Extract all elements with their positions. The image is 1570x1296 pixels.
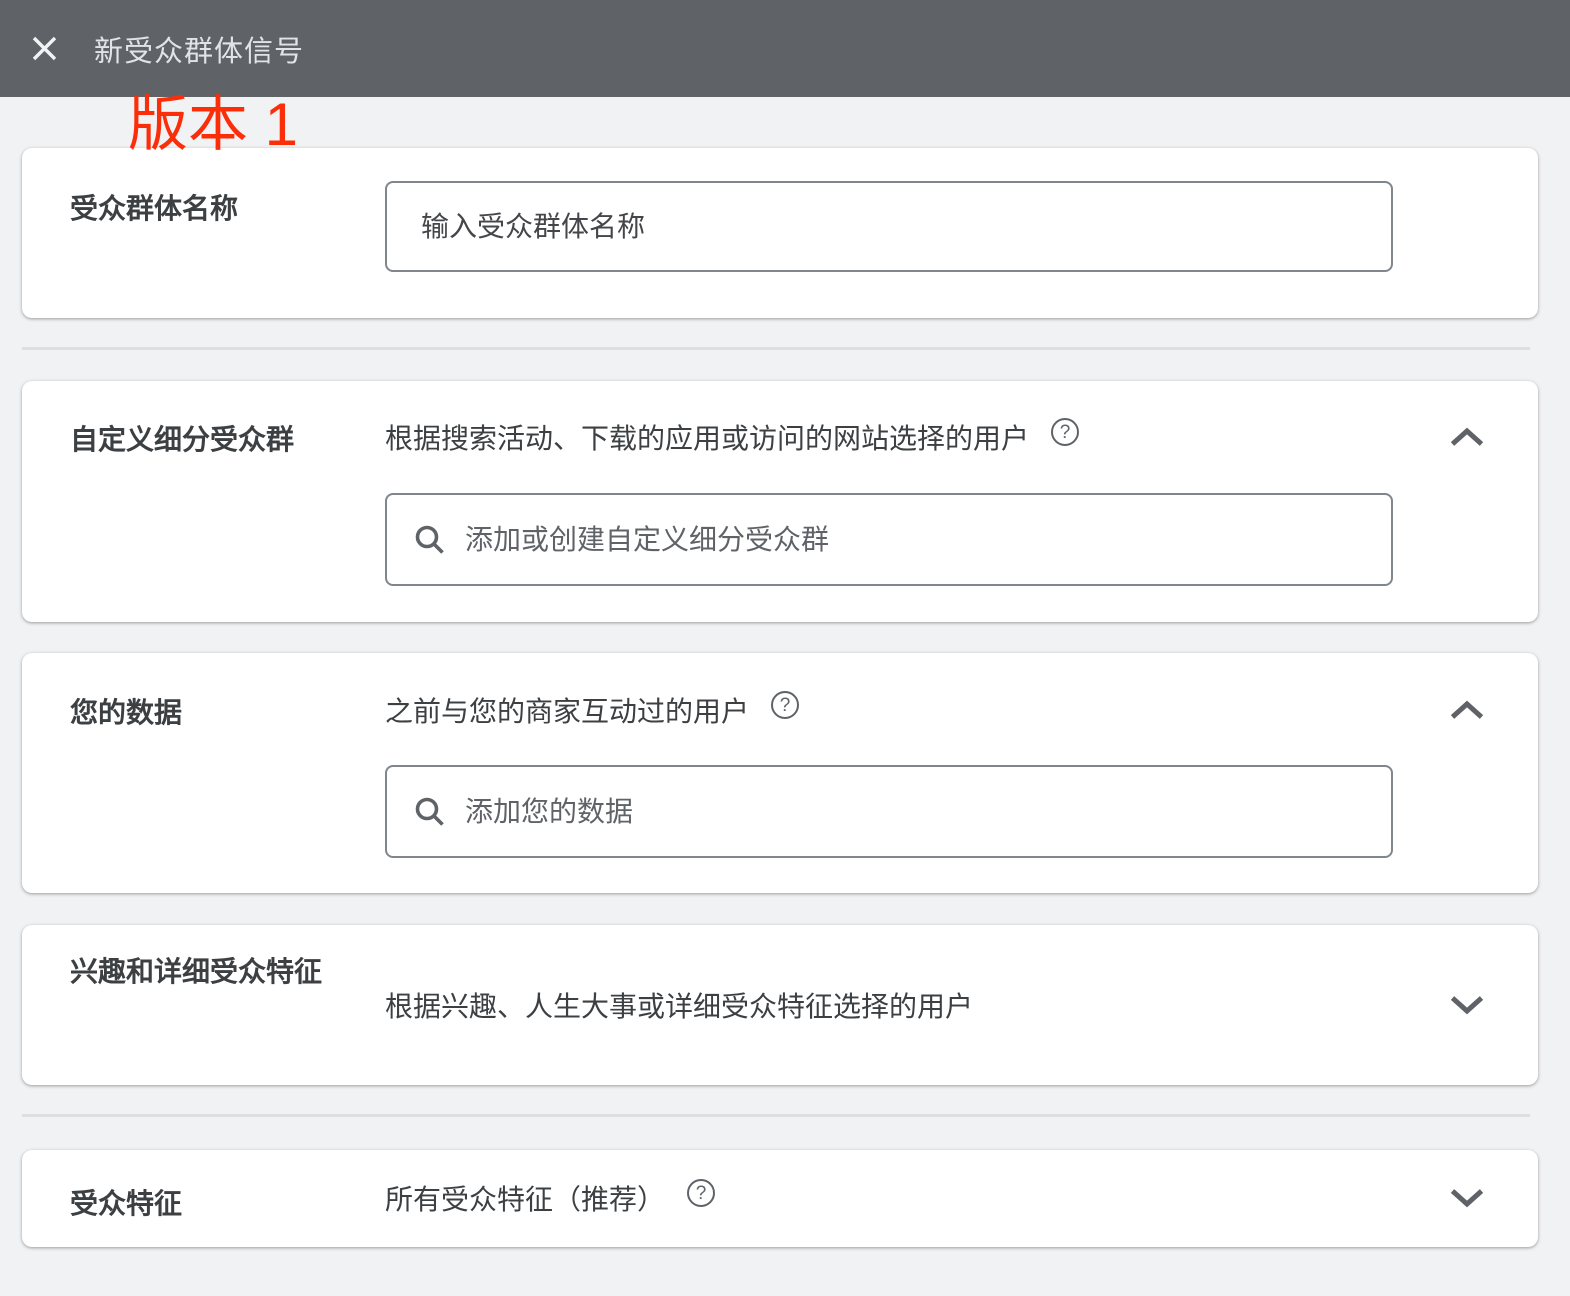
chevron-down-icon [1448, 994, 1486, 1016]
help-icon[interactable]: ? [1051, 418, 1080, 446]
interests-card: 兴趣和详细受众特征 根据兴趣、人生大事或详细受众特征选择的用户 [22, 925, 1538, 1085]
your-data-card: 您的数据 之前与您的商家互动过的用户 ? [22, 653, 1538, 893]
search-icon [413, 795, 447, 829]
interests-description: 根据兴趣、人生大事或详细受众特征选择的用户 [385, 991, 974, 1022]
close-icon [29, 33, 60, 64]
interests-label: 兴趣和详细受众特征 [70, 956, 323, 987]
search-icon [413, 523, 447, 557]
custom-segments-search-input[interactable] [465, 523, 1365, 556]
your-data-search-box[interactable] [385, 765, 1393, 858]
your-data-search-input[interactable] [465, 795, 1365, 828]
custom-segments-collapse-button[interactable] [1437, 413, 1497, 461]
demographics-card: 受众特征 所有受众特征（推荐） ? [22, 1150, 1538, 1247]
new-audience-signal-panel: 新受众群体信号 版本 1 受众群体名称 自定义细分受众群 根据搜索活动、下载的应… [0, 0, 1570, 1296]
custom-segments-description: 根据搜索活动、下载的应用或访问的网站选择的用户 [385, 423, 1030, 454]
panel-header: 新受众群体信号 [0, 0, 1570, 97]
custom-segments-label: 自定义细分受众群 [70, 424, 295, 455]
section-divider [22, 347, 1530, 350]
your-data-collapse-button[interactable] [1437, 686, 1497, 734]
interests-expand-button[interactable] [1437, 981, 1497, 1029]
your-data-description: 之前与您的商家互动过的用户 [385, 696, 750, 727]
your-data-label: 您的数据 [70, 697, 183, 728]
help-icon[interactable]: ? [687, 1179, 716, 1207]
audience-name-label: 受众群体名称 [70, 193, 239, 224]
demographics-description: 所有受众特征（推荐） [385, 1184, 666, 1215]
demographics-expand-button[interactable] [1437, 1174, 1497, 1222]
panel-title: 新受众群体信号 [94, 35, 305, 68]
close-button[interactable] [20, 25, 68, 73]
help-icon[interactable]: ? [771, 691, 800, 719]
chevron-up-icon [1448, 699, 1486, 721]
custom-segments-search-box[interactable] [385, 493, 1393, 586]
audience-name-card: 受众群体名称 [22, 148, 1538, 318]
demographics-label: 受众特征 [70, 1188, 183, 1219]
version-annotation: 版本 1 [128, 91, 299, 158]
section-divider [22, 1114, 1530, 1117]
audience-name-input[interactable] [385, 181, 1393, 272]
chevron-up-icon [1448, 426, 1486, 448]
chevron-down-icon [1448, 1187, 1486, 1209]
custom-segments-card: 自定义细分受众群 根据搜索活动、下载的应用或访问的网站选择的用户 ? [22, 381, 1538, 622]
